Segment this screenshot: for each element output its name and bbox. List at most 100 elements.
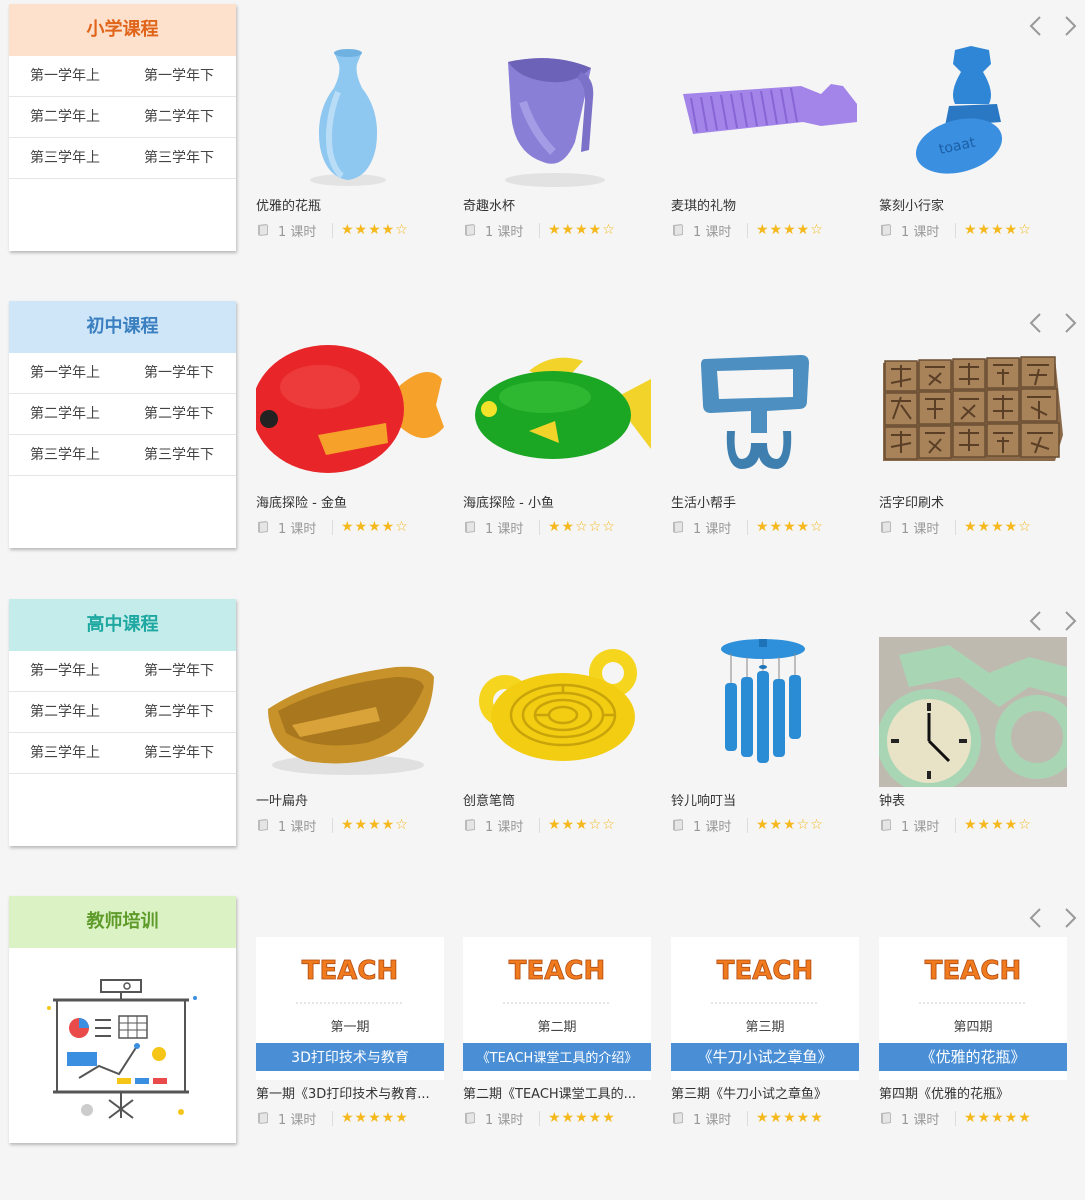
course-title[interactable]: 奇趣水杯 xyxy=(463,198,651,216)
book-icon xyxy=(463,1111,477,1125)
course-title[interactable]: 生活小帮手 xyxy=(671,495,859,513)
category-title[interactable]: 小学课程 xyxy=(9,4,236,56)
lesson-count: 1 课时 xyxy=(693,521,732,537)
grade-link[interactable]: 第二学年上 xyxy=(9,97,122,137)
green-fish-image[interactable] xyxy=(463,339,651,489)
purple-comb-image[interactable] xyxy=(671,42,859,192)
grade-link[interactable]: 第三学年下 xyxy=(122,138,236,178)
course-title[interactable]: 铃儿响叮当 xyxy=(671,793,859,811)
course-card[interactable]: 铃儿响叮当 1 课时 ★★★☆☆ xyxy=(671,637,859,847)
grade-link[interactable]: 第一学年上 xyxy=(9,56,122,96)
course-title[interactable]: 一叶扁舟 xyxy=(256,793,444,811)
poster-issue: 第一期 xyxy=(330,1020,369,1035)
teach-poster-image[interactable]: TEACH 第一期 3D打印技术与教育 xyxy=(256,937,444,1080)
course-title[interactable]: 第二期《TEACH课堂工具的... xyxy=(463,1086,651,1104)
course-meta: 1 课时 ★★★★☆ xyxy=(256,816,444,835)
chevron-left-icon[interactable] xyxy=(1025,609,1047,633)
course-title[interactable]: 活字印刷术 xyxy=(879,495,1067,513)
wooden-boat-image[interactable] xyxy=(256,637,444,787)
book-icon xyxy=(463,818,477,832)
course-title[interactable]: 钟表 xyxy=(879,793,1067,811)
course-title[interactable]: 海底探险 - 小鱼 xyxy=(463,495,651,513)
course-card[interactable]: TEACH 第三期 《牛刀小试之章鱼》 第三期《牛刀小试之章鱼》 1 课时 ★★… xyxy=(671,937,859,1147)
grade-link[interactable]: 第一学年上 xyxy=(9,651,122,691)
course-card[interactable]: 海底探险 - 小鱼 1 课时 ★★☆☆☆ xyxy=(463,339,651,549)
course-card[interactable]: 活字印刷术 1 课时 ★★★★☆ xyxy=(879,339,1067,549)
course-title[interactable]: 海底探险 - 金鱼 xyxy=(256,495,444,513)
book-icon xyxy=(879,1111,893,1125)
course-card[interactable]: 麦琪的礼物 1 课时 ★★★★☆ xyxy=(671,42,859,252)
yellow-maze-holder-image[interactable] xyxy=(463,637,651,787)
chevron-left-icon[interactable] xyxy=(1025,906,1047,930)
grade-link[interactable]: 第二学年下 xyxy=(122,394,236,434)
book-icon xyxy=(671,520,685,534)
course-title[interactable]: 麦琪的礼物 xyxy=(671,198,859,216)
grade-link[interactable]: 第三学年上 xyxy=(9,435,122,475)
poster-issue: 第三期 xyxy=(745,1020,784,1035)
star-rating: ★★☆☆☆ xyxy=(548,519,616,535)
course-title[interactable]: 创意笔筒 xyxy=(463,793,651,811)
category-title[interactable]: 高中课程 xyxy=(9,599,236,651)
teach-poster-image[interactable]: TEACH 第三期 《牛刀小试之章鱼》 xyxy=(671,937,859,1080)
grade-link[interactable]: 第三学年上 xyxy=(9,733,122,773)
purple-cup-image[interactable] xyxy=(463,42,651,192)
blue-hook-image[interactable] xyxy=(671,339,859,489)
teach-poster-image[interactable]: TEACH 第四期 《优雅的花瓶》 xyxy=(879,937,1067,1080)
course-card[interactable]: TEACH 第二期 《TEACH课堂工具的介绍》 第二期《TEACH课堂工具的.… xyxy=(463,937,651,1147)
grade-link[interactable]: 第三学年下 xyxy=(122,733,236,773)
course-title[interactable]: 第四期《优雅的花瓶》 xyxy=(879,1086,1067,1104)
grade-link[interactable]: 第一学年上 xyxy=(9,353,122,393)
chevron-right-icon[interactable] xyxy=(1059,906,1081,930)
chevron-right-icon[interactable] xyxy=(1059,14,1081,38)
teach-poster-image[interactable]: TEACH 第二期 《TEACH课堂工具的介绍》 xyxy=(463,937,651,1080)
course-card[interactable]: 海底探险 - 金鱼 1 课时 ★★★★☆ xyxy=(256,339,444,549)
book-icon xyxy=(463,223,477,237)
course-card[interactable]: 奇趣水杯 1 课时 ★★★★☆ xyxy=(463,42,651,252)
grade-link[interactable]: 第三学年上 xyxy=(9,138,122,178)
chevron-left-icon[interactable] xyxy=(1025,14,1047,38)
presentation-board-illustration xyxy=(9,948,236,1143)
lesson-count: 1 课时 xyxy=(485,521,524,537)
blue-seal-stamp-image[interactable]: toaat xyxy=(879,42,1067,192)
category-title[interactable]: 教师培训 xyxy=(9,896,236,948)
chevron-right-icon[interactable] xyxy=(1059,609,1081,633)
book-icon xyxy=(256,223,270,237)
course-title[interactable]: 篆刻小行家 xyxy=(879,198,1067,216)
course-title[interactable]: 第一期《3D打印技术与教育... xyxy=(256,1086,444,1104)
wind-chime-image[interactable] xyxy=(671,637,859,787)
grade-link[interactable]: 第一学年下 xyxy=(122,353,236,393)
grade-link[interactable]: 第二学年上 xyxy=(9,692,122,732)
star-rating: ★★★★☆ xyxy=(341,519,409,535)
star-rating: ★★★★☆ xyxy=(341,817,409,833)
course-card[interactable]: 生活小帮手 1 课时 ★★★★☆ xyxy=(671,339,859,549)
course-title[interactable]: 第三期《牛刀小试之章鱼》 xyxy=(671,1086,859,1104)
course-card[interactable]: 钟表 1 课时 ★★★★☆ xyxy=(879,637,1067,847)
grade-link[interactable]: 第三学年下 xyxy=(122,435,236,475)
course-card[interactable]: 一叶扁舟 1 课时 ★★★★☆ xyxy=(256,637,444,847)
red-fish-image[interactable] xyxy=(256,339,444,489)
category-title[interactable]: 初中课程 xyxy=(9,301,236,353)
bicycle-clock-image[interactable] xyxy=(879,637,1067,787)
chevron-right-icon[interactable] xyxy=(1059,311,1081,335)
course-card[interactable]: toaat 篆刻小行家 1 课时 ★★★★☆ xyxy=(879,42,1067,252)
course-card[interactable]: 创意笔筒 1 课时 ★★★☆☆ xyxy=(463,637,651,847)
lesson-count: 1 课时 xyxy=(901,521,940,537)
grade-link[interactable]: 第二学年上 xyxy=(9,394,122,434)
grade-link[interactable]: 第二学年下 xyxy=(122,97,236,137)
chevron-left-icon[interactable] xyxy=(1025,311,1047,335)
course-card[interactable]: TEACH 第一期 3D打印技术与教育 第一期《3D打印技术与教育... 1 课… xyxy=(256,937,444,1147)
course-card[interactable]: 优雅的花瓶 1 课时 ★★★★☆ xyxy=(256,42,444,252)
section-teacher-training: 教师培训 TEACH 第一期 3D打印技术与教育 第一期《3D打印技术与教育..… xyxy=(0,896,1085,1146)
movable-type-image[interactable] xyxy=(879,339,1067,489)
lesson-count: 1 课时 xyxy=(485,819,524,835)
divider xyxy=(955,222,956,238)
blue-vase-image[interactable] xyxy=(256,42,444,192)
course-title[interactable]: 优雅的花瓶 xyxy=(256,198,444,216)
grade-link[interactable]: 第二学年下 xyxy=(122,692,236,732)
grade-link[interactable]: 第一学年下 xyxy=(122,651,236,691)
course-meta: 1 课时 ★★★★☆ xyxy=(256,221,444,240)
course-meta: 1 课时 ★★★★☆ xyxy=(879,518,1067,537)
divider xyxy=(539,817,540,833)
course-card[interactable]: TEACH 第四期 《优雅的花瓶》 第四期《优雅的花瓶》 1 课时 ★★★★★ xyxy=(879,937,1067,1147)
grade-link[interactable]: 第一学年下 xyxy=(122,56,236,96)
